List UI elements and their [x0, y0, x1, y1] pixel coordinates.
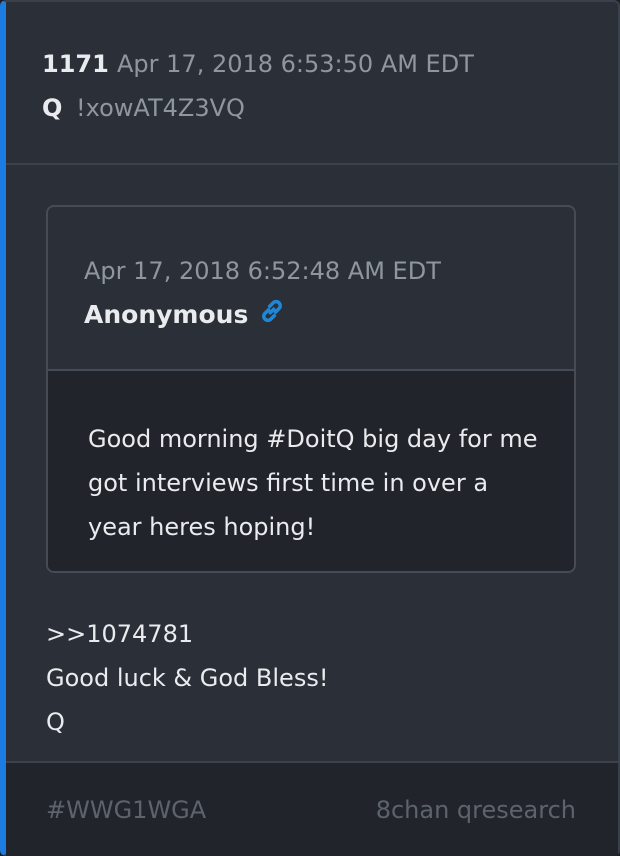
quoted-post: Apr 17, 2018 6:52:48 AM EDT Anonymous Go… — [46, 205, 576, 573]
quoted-post-text: Good morning #DoitQ big day for me got i… — [88, 425, 538, 541]
post-header: 1171 Apr 17, 2018 6:53:50 AM EDT Q !xowA… — [6, 2, 618, 165]
q-drop-card: 1171 Apr 17, 2018 6:53:50 AM EDT Q !xowA… — [0, 0, 620, 856]
post-body: >>1074781 Good luck & God Bless! Q — [46, 612, 328, 744]
post-number: 1171 — [42, 50, 109, 78]
post-body-line: Good luck & God Bless! — [46, 664, 329, 692]
post-author: Q — [42, 94, 63, 122]
footer-source: 8chan qresearch — [375, 796, 576, 824]
post-reply-link[interactable]: >>1074781 — [46, 612, 328, 656]
quoted-post-author: Anonymous — [84, 300, 249, 329]
post-timestamp: Apr 17, 2018 6:53:50 AM EDT — [117, 50, 474, 78]
quoted-post-timestamp: Apr 17, 2018 6:52:48 AM EDT — [84, 257, 441, 285]
link-icon[interactable] — [258, 297, 286, 325]
quoted-post-body: Good morning #DoitQ big day for me got i… — [48, 371, 574, 571]
footer-hashtag: #WWG1WGA — [46, 796, 207, 824]
quoted-post-header: Apr 17, 2018 6:52:48 AM EDT Anonymous — [48, 207, 574, 371]
post-tripcode: !xowAT4Z3VQ — [76, 94, 245, 122]
post-signature: Q — [46, 708, 65, 736]
post-footer: #WWG1WGA 8chan qresearch — [6, 761, 618, 856]
